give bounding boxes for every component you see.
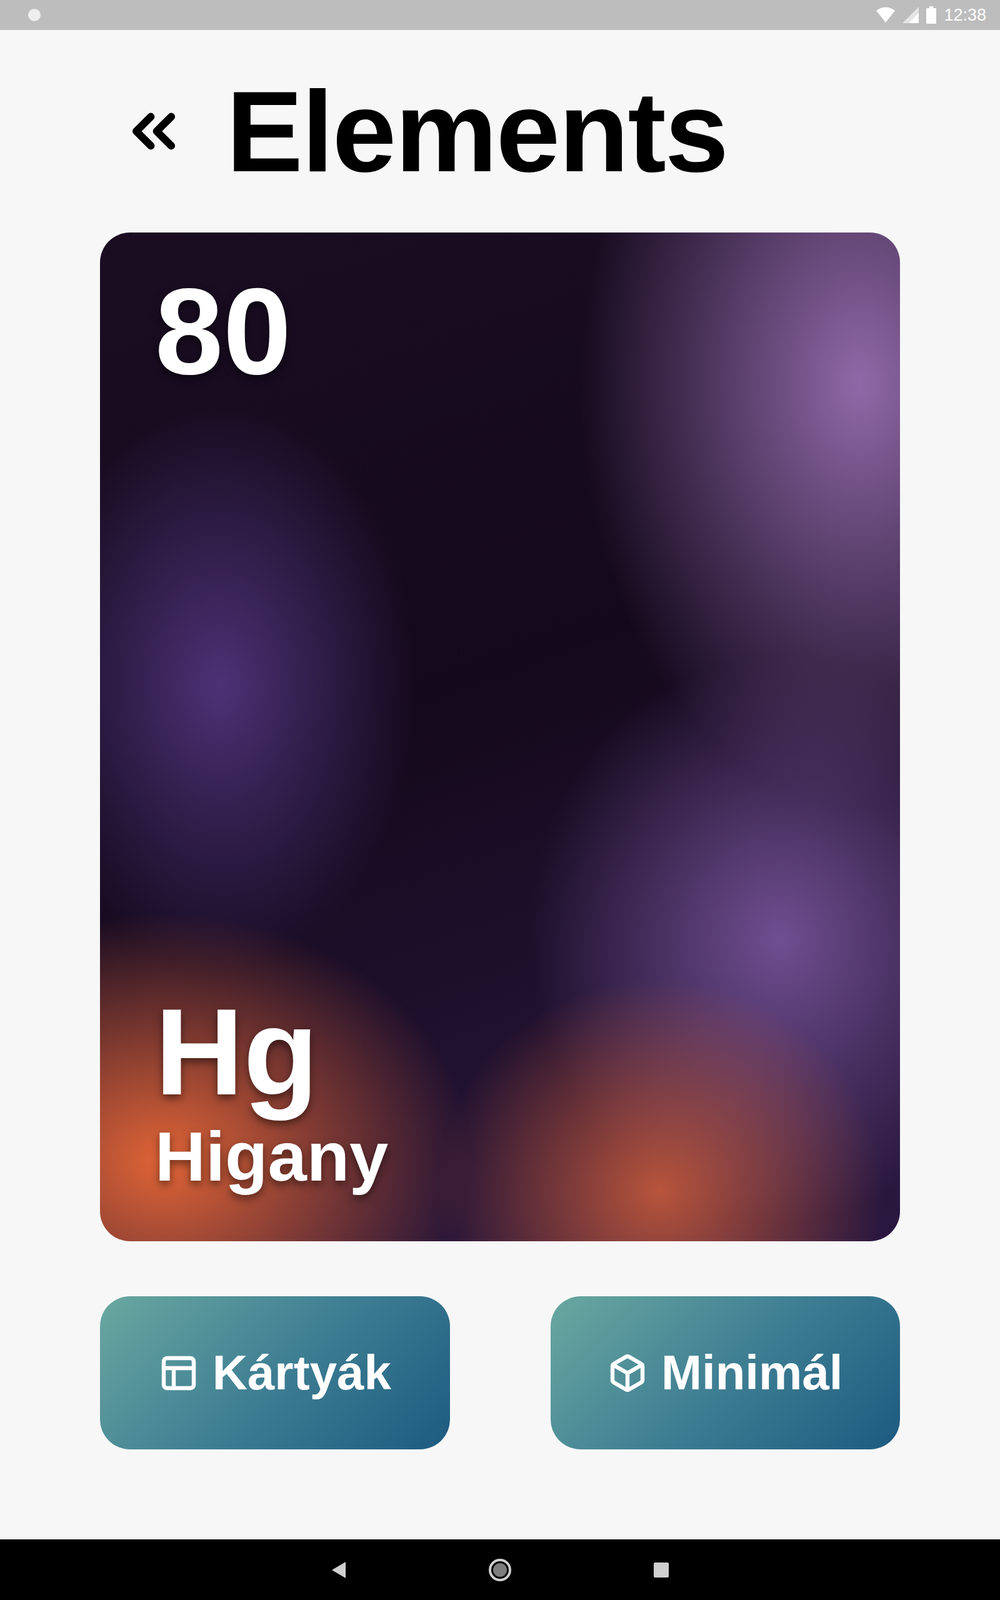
element-symbol: Hg bbox=[155, 988, 845, 1117]
cards-button[interactable]: Kártyák bbox=[100, 1296, 450, 1450]
nav-recents-button[interactable] bbox=[648, 1557, 674, 1583]
element-info: HgHigany bbox=[155, 988, 845, 1198]
square-recents-icon bbox=[653, 1561, 670, 1579]
status-icons: 12:38 bbox=[876, 5, 987, 25]
circle-home-icon bbox=[488, 1558, 512, 1582]
cube-icon bbox=[607, 1353, 648, 1394]
element-card[interactable]: 80 HgHigany bbox=[100, 232, 900, 1242]
nav-home-button[interactable] bbox=[487, 1557, 513, 1583]
back-button[interactable] bbox=[118, 96, 189, 167]
signal-icon bbox=[902, 6, 919, 24]
button-label: Kártyák bbox=[212, 1345, 392, 1402]
status-bar: 12:38 bbox=[0, 0, 1000, 30]
status-time: 12:38 bbox=[943, 5, 987, 25]
navigation-bar bbox=[0, 1539, 1000, 1600]
spacer bbox=[0, 1449, 1000, 1540]
triangle-back-icon bbox=[330, 1560, 347, 1580]
atomic-number: 80 bbox=[155, 267, 845, 397]
page-title: Elements bbox=[226, 68, 728, 195]
element-name: Higany bbox=[155, 1116, 845, 1198]
nav-back-button[interactable] bbox=[326, 1557, 352, 1583]
screen: 12:38 Elements 80 HgHigany Kártyák Minimál bbox=[0, 0, 1000, 1600]
header: Elements bbox=[0, 30, 1000, 233]
wifi-icon bbox=[876, 6, 895, 24]
layout-icon bbox=[158, 1353, 199, 1394]
double-chevron-left-icon bbox=[118, 96, 189, 167]
notification-dot-icon bbox=[27, 8, 42, 22]
minimal-button[interactable]: Minimál bbox=[550, 1296, 901, 1450]
battery-icon bbox=[926, 6, 937, 24]
button-row: Kártyák Minimál bbox=[100, 1296, 900, 1450]
button-label: Minimál bbox=[661, 1345, 843, 1402]
